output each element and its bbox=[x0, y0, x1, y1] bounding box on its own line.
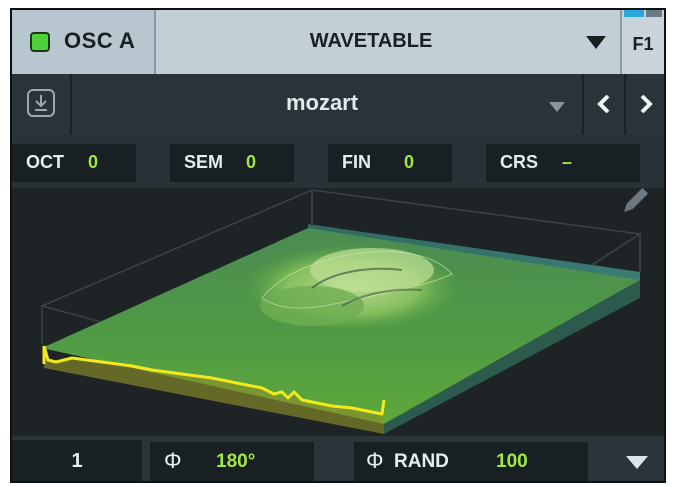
coarse-control[interactable]: CRS – bbox=[486, 144, 640, 182]
oscillator-toggle-area[interactable]: OSC A bbox=[12, 10, 156, 74]
fine-control[interactable]: FIN 0 bbox=[328, 144, 452, 182]
oscillator-enable-toggle[interactable] bbox=[30, 32, 50, 52]
oscillator-name: OSC A bbox=[64, 28, 136, 53]
route-indicator-filter-2 bbox=[646, 10, 662, 17]
oscillator-panel: OSC A WAVETABLE F1 mozart OCT 0 SEM 0 FI… bbox=[10, 8, 666, 483]
bottom-controls-row: 1 Φ 180° Φ RAND 100 bbox=[12, 436, 664, 481]
next-wavetable-button[interactable] bbox=[624, 74, 664, 134]
tuning-row: OCT 0 SEM 0 FIN 0 CRS – bbox=[12, 134, 664, 188]
wavetable-preset-name[interactable]: mozart bbox=[72, 90, 572, 116]
pencil-icon[interactable] bbox=[621, 188, 649, 215]
caret-down-icon bbox=[586, 36, 606, 49]
chevron-right-icon bbox=[640, 94, 653, 114]
wavetable-display[interactable] bbox=[12, 188, 664, 436]
semitone-label: SEM bbox=[184, 152, 224, 172]
fine-value[interactable]: 0 bbox=[404, 152, 414, 173]
previous-wavetable-button[interactable] bbox=[582, 74, 622, 134]
phase-icon: Φ bbox=[164, 448, 182, 473]
coarse-label: CRS bbox=[500, 152, 539, 172]
fine-label: FIN bbox=[342, 152, 371, 172]
route-indicator-filter-1 bbox=[624, 10, 644, 17]
phase-random-control[interactable]: Φ RAND 100 bbox=[354, 442, 588, 481]
wavetable-hill-shadow bbox=[260, 286, 364, 326]
caret-down-icon[interactable] bbox=[626, 456, 648, 469]
preset-caret-down-icon[interactable] bbox=[549, 102, 565, 112]
phase-random-value[interactable]: 100 bbox=[496, 451, 528, 473]
oscillator-type-dropdown[interactable]: WAVETABLE bbox=[156, 10, 622, 74]
oscillator-type-label: WAVETABLE bbox=[309, 30, 433, 52]
filter-route-button[interactable]: F1 bbox=[622, 10, 664, 74]
unison-voices-value[interactable]: 1 bbox=[12, 450, 142, 473]
unison-voices-control[interactable]: 1 bbox=[12, 440, 142, 481]
save-wavetable-button[interactable] bbox=[12, 74, 72, 134]
phase-random-icon: Φ bbox=[366, 448, 384, 473]
wavetable-3d-view bbox=[39, 188, 649, 434]
chevron-left-icon bbox=[597, 94, 610, 114]
phase-control[interactable]: Φ 180° bbox=[150, 442, 314, 481]
save-icon bbox=[27, 89, 55, 117]
filter-route-label: F1 bbox=[632, 34, 654, 54]
octave-control[interactable]: OCT 0 bbox=[12, 144, 136, 182]
octave-label: OCT bbox=[26, 152, 64, 172]
octave-value[interactable]: 0 bbox=[88, 152, 98, 173]
semitone-value[interactable]: 0 bbox=[246, 152, 256, 173]
phase-random-label: RAND bbox=[394, 451, 449, 472]
phase-value[interactable]: 180° bbox=[216, 451, 255, 473]
oscillator-header: OSC A WAVETABLE F1 bbox=[12, 10, 664, 74]
semitone-control[interactable]: SEM 0 bbox=[170, 144, 294, 182]
coarse-value[interactable]: – bbox=[562, 152, 572, 173]
wavetable-preset-row: mozart bbox=[12, 74, 664, 134]
